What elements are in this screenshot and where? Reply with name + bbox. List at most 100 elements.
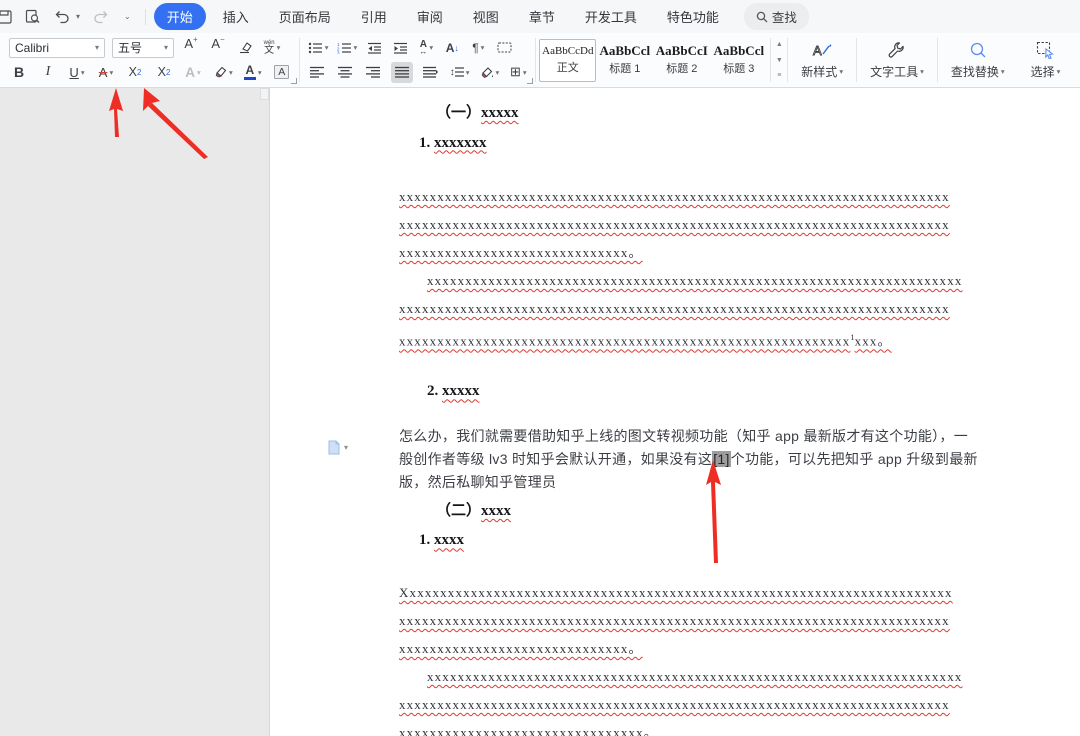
tab-section[interactable]: 章节 <box>516 3 568 30</box>
increase-font-size-button[interactable]: A + <box>181 36 201 58</box>
save-icon[interactable] <box>0 8 13 26</box>
new-style-button[interactable]: A 新样式 ▾ <box>788 33 856 87</box>
gallery-more-icon[interactable]: ≡ <box>774 69 784 82</box>
print-preview-icon[interactable] <box>24 8 42 26</box>
line-spacing-icon <box>454 67 464 77</box>
clear-format-icon[interactable] <box>235 37 255 58</box>
ribbon-tabs: 开始 插入 页面布局 引用 审阅 视图 章节 开发工具 特色功能 <box>153 3 732 30</box>
document-page[interactable]: （一）xxxxx 1. xxxxxxx xxxxxxxxxxxxxxxxxxxx… <box>270 88 1080 736</box>
style-heading-3[interactable]: AaBbCcl 标题 3 <box>710 39 767 82</box>
character-scaling-button[interactable]: A ↔ ▾ <box>416 37 436 58</box>
find-replace-button[interactable]: 查找替换 ▾ <box>938 33 1018 87</box>
tab-insert[interactable]: 插入 <box>210 3 262 30</box>
heading-sub-3: 1. xxxx <box>419 532 464 549</box>
paragraph-1: xxxxxxxxxxxxxxxxxxxxxxxxxxxxxxxxxxxxxxxx… <box>399 189 950 260</box>
navigation-pane-scroll[interactable] <box>260 88 269 100</box>
tab-stops-icon[interactable] <box>494 37 514 58</box>
increase-indent-icon[interactable] <box>390 37 410 58</box>
text-direction-button[interactable]: A ↓ <box>442 37 462 58</box>
select-button[interactable]: 选择 ▾ <box>1018 33 1074 87</box>
highlighter-icon <box>215 66 227 78</box>
style-heading-2[interactable]: AaBbCcI 标题 2 <box>653 39 710 82</box>
strikethrough-button[interactable]: A ▾ <box>96 62 116 83</box>
decrease-indent-icon[interactable] <box>364 37 384 58</box>
heading-sub-2: 2. xxxxx <box>427 383 480 400</box>
font-size-combobox[interactable]: 五号 ▾ <box>112 37 174 58</box>
bullet-list-button[interactable]: ▾ <box>307 37 330 58</box>
show-paragraph-marks-button[interactable]: ¶ ▾ <box>468 37 488 58</box>
align-left-icon[interactable] <box>307 62 327 83</box>
numbered-list-button[interactable]: 123 ▾ <box>336 37 359 58</box>
heading-section-2: （二）xxxx <box>436 502 512 519</box>
tab-special-features[interactable]: 特色功能 <box>654 3 732 30</box>
ribbon-toolbar: Calibri ▾ 五号 ▾ A + A − wén 文 ▾ B I U ▾ A… <box>0 33 1080 88</box>
character-shading-button[interactable]: A <box>272 62 292 83</box>
bullet-list-icon <box>308 42 322 54</box>
undo-icon[interactable] <box>53 8 71 26</box>
heading-section-1: （一）xxxxx <box>436 105 519 121</box>
paragraph-dialog-launcher[interactable] <box>527 78 534 84</box>
font-size-value: 五号 <box>118 41 143 56</box>
tab-page-layout[interactable]: 页面布局 <box>266 3 344 30</box>
quick-access-toolbar: ▾ ⌄ <box>0 8 131 26</box>
paragraph-group: ▾ 123 ▾ A ↔ ▾ A ↓ ¶ ▾ ↕ ▾ ▾ ⊞ ▾ <box>300 33 536 87</box>
paragraph-chinese: 怎么办，我们就需要借助知乎上线的图文转视频功能（知乎 app 最新版才有这个功能… <box>399 427 978 490</box>
styles-gallery-scroll: ▲ ▼ ≡ <box>770 38 784 82</box>
italic-button[interactable]: I <box>38 62 58 83</box>
style-normal[interactable]: AaBbCcDd 正文 <box>539 38 597 82</box>
phonetic-guide-button[interactable]: wén 文 ▾ <box>262 37 282 58</box>
highlight-color-button[interactable]: ▾ <box>212 62 234 83</box>
bold-button[interactable]: B <box>9 62 29 83</box>
paragraph-4: xxxxxxxxxxxxxxxxxxxxxxxxxxxxxxxxxxxxxxxx… <box>399 668 963 736</box>
font-name-value: Calibri <box>15 40 50 55</box>
workspace: （一）xxxxx 1. xxxxxxx xxxxxxxxxxxxxxxxxxxx… <box>0 88 1080 736</box>
search-icon <box>756 11 768 22</box>
highlighted-footnote-marker[interactable]: [1] <box>712 450 731 467</box>
text-effects-button[interactable]: A ▾ <box>183 62 203 83</box>
shading-bucket-icon <box>481 66 493 78</box>
svg-text:A: A <box>813 43 822 58</box>
font-dialog-launcher[interactable] <box>290 78 297 84</box>
tab-home[interactable]: 开始 <box>153 3 206 30</box>
tab-references[interactable]: 引用 <box>348 3 400 30</box>
tab-review[interactable]: 审阅 <box>404 3 456 30</box>
find-replace-icon <box>970 42 986 57</box>
line-spacing-button[interactable]: ↕ ▾ <box>449 62 471 83</box>
style-heading-1[interactable]: AaBbCcl 标题 1 <box>596 39 653 82</box>
customize-quick-access-icon[interactable]: ⌄ <box>124 12 131 21</box>
gallery-scroll-up-icon[interactable]: ▲ <box>774 38 784 51</box>
tab-view[interactable]: 视图 <box>460 3 512 30</box>
undo-dropdown-caret[interactable]: ▾ <box>76 12 80 21</box>
paragraph-3: Xxxxxxxxxxxxxxxxxxxxxxxxxxxxxxxxxxxxxxxx… <box>399 584 953 656</box>
menu-separator <box>144 8 146 25</box>
gallery-scroll-down-icon[interactable]: ▼ <box>774 54 784 67</box>
styles-gallery: AaBbCcDd 正文 AaBbCcl 标题 1 AaBbCcI 标题 2 Aa… <box>536 33 787 87</box>
select-cursor-icon <box>1036 41 1054 59</box>
redo-icon[interactable] <box>91 8 109 26</box>
superscript-button[interactable]: X2 <box>125 62 145 83</box>
distribute-text-icon[interactable] <box>421 62 441 83</box>
shading-color-button[interactable]: ▾ <box>479 62 501 83</box>
wrench-icon <box>889 41 905 58</box>
find-button[interactable]: 查找 <box>743 3 809 30</box>
heading-sub-1: 1. xxxxxxx <box>419 134 487 151</box>
borders-button[interactable]: ⊞ ▾ <box>508 62 528 83</box>
decrease-font-size-button[interactable]: A − <box>208 36 228 58</box>
align-right-icon[interactable] <box>363 62 383 83</box>
font-group: Calibri ▾ 五号 ▾ A + A − wén 文 ▾ B I U ▾ A… <box>0 33 299 87</box>
tools-group: A 新样式 ▾ 文字工具 ▾ 查找替换 ▾ 选择 ▾ <box>788 33 1073 87</box>
underline-button[interactable]: U ▾ <box>67 62 87 83</box>
widget-dropdown-caret[interactable]: ▾ <box>344 443 348 452</box>
align-center-icon[interactable] <box>335 62 355 83</box>
paragraph-2: xxxxxxxxxxxxxxxxxxxxxxxxxxxxxxxxxxxxxxxx… <box>399 273 963 349</box>
subscript-button[interactable]: X2 <box>154 62 174 83</box>
tab-developer[interactable]: 开发工具 <box>572 3 650 30</box>
font-name-combobox[interactable]: Calibri ▾ <box>9 37 105 58</box>
justify-icon[interactable] <box>390 61 413 83</box>
font-color-button[interactable]: A ▾ <box>243 62 263 83</box>
paragraph-format-widget[interactable]: ▾ <box>327 440 348 455</box>
text-tools-button[interactable]: 文字工具 ▾ <box>857 33 937 87</box>
navigation-pane[interactable] <box>0 88 270 736</box>
page-icon <box>328 440 340 455</box>
menu-bar: ▾ ⌄ 开始 插入 页面布局 引用 审阅 视图 章节 开发工具 特色功能 查找 <box>0 0 1080 33</box>
